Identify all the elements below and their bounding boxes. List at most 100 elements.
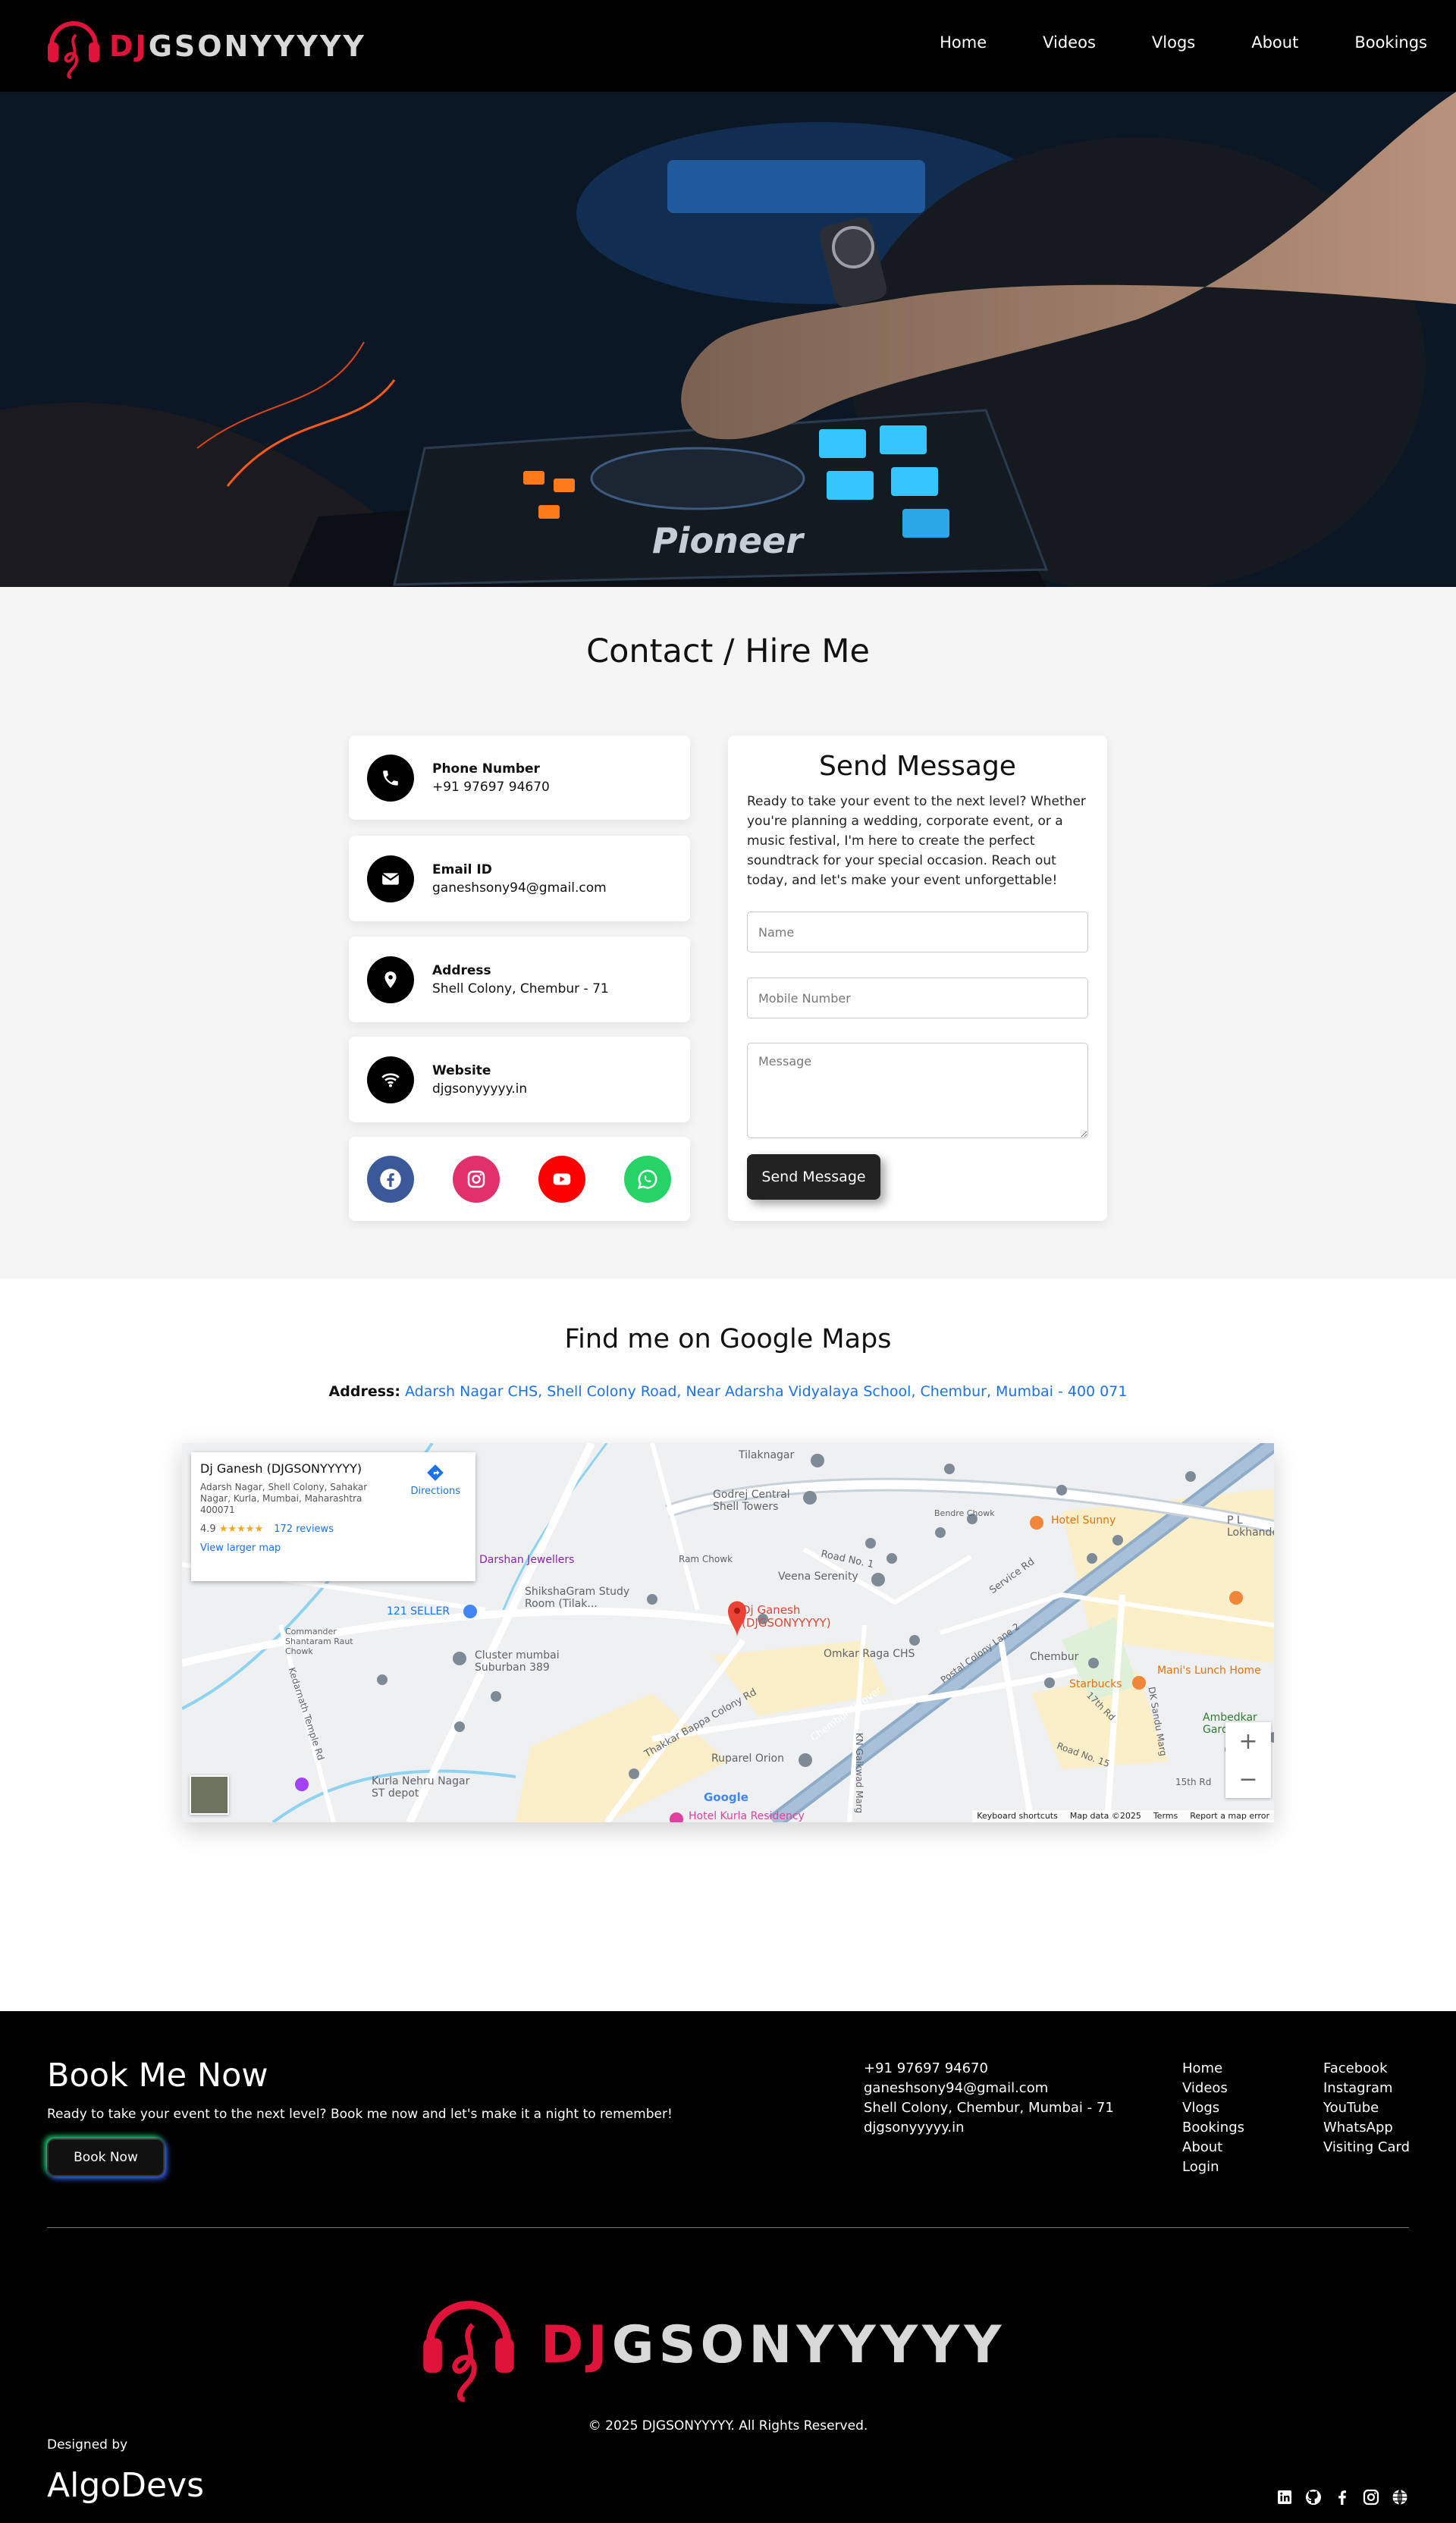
footer-contact-list: +91 97697 94670 ganeshsony94@gmail.com S… xyxy=(864,2059,1114,2138)
footer-address: Shell Colony, Chembur, Mumbai - 71 xyxy=(864,2100,1114,2116)
copyright-text: © 2025 DJGSONYYYYY. All Rights Reserved. xyxy=(588,2418,868,2434)
brand-rest: GSONYYYYY xyxy=(148,30,366,63)
hero-image: Pioneer xyxy=(0,92,1456,587)
footer-link-about[interactable]: About xyxy=(1182,2138,1244,2157)
keyboard-shortcuts-link[interactable]: Keyboard shortcuts xyxy=(977,1811,1058,1822)
nav-item-vlogs[interactable]: Vlogs xyxy=(1152,33,1195,52)
nav-menu: Home Videos Vlogs About Bookings xyxy=(940,33,1427,52)
maps-address-label: Address: xyxy=(328,1383,400,1400)
phone-icon xyxy=(367,754,414,802)
maps-title: Find me on Google Maps xyxy=(564,1324,892,1354)
facebook-icon[interactable] xyxy=(367,1156,414,1203)
footer-title: Book Me Now xyxy=(47,2057,268,2095)
contact-card-label: Email ID xyxy=(432,861,492,877)
map-zoom-controls: + − xyxy=(1225,1722,1271,1798)
social-links-card xyxy=(349,1137,690,1221)
footer-phone[interactable]: +91 97697 94670 xyxy=(864,2059,1114,2079)
github-icon[interactable] xyxy=(1304,2488,1323,2506)
mobile-number-input[interactable] xyxy=(747,978,1088,1018)
youtube-icon[interactable] xyxy=(538,1156,585,1203)
send-message-intro: Ready to take your event to the next lev… xyxy=(747,794,1086,888)
contact-card-phone: Phone Number +91 97697 94670 xyxy=(349,736,690,820)
designed-by-label: Designed by xyxy=(47,2437,128,2452)
footer-social-visiting-card[interactable]: Visiting Card xyxy=(1323,2138,1410,2157)
send-message-button[interactable]: Send Message xyxy=(747,1154,880,1200)
brand-logo[interactable]: DJGSONYYYYY xyxy=(46,12,366,80)
linkedin-icon[interactable] xyxy=(1276,2488,1294,2506)
footer-icon-links xyxy=(1276,2488,1409,2506)
footer-brand-logo: DJGSONYYYYY xyxy=(419,2284,1006,2405)
nav-item-bookings[interactable]: Bookings xyxy=(1354,33,1427,52)
footer-link-login[interactable]: Login xyxy=(1182,2157,1244,2177)
headphones-logo-icon xyxy=(423,2301,514,2402)
footer-link-videos[interactable]: Videos xyxy=(1182,2079,1244,2098)
dj-mixer-illustration: Pioneer xyxy=(0,92,1456,587)
footer-link-home[interactable]: Home xyxy=(1182,2059,1244,2079)
footer-link-vlogs[interactable]: Vlogs xyxy=(1182,2098,1244,2118)
contact-section: Contact / Hire Me Phone Number +91 97697… xyxy=(0,587,1456,1279)
mixer-brand-text: Pioneer xyxy=(652,520,805,561)
directions-button[interactable]: Directions xyxy=(410,1463,460,1497)
name-input[interactable] xyxy=(747,912,1088,952)
book-now-button[interactable]: Book Now xyxy=(47,2139,165,2176)
map-place-address: Adarsh Nagar, Shell Colony, Sahakar Naga… xyxy=(200,1482,368,1515)
footer-social-youtube[interactable]: YouTube xyxy=(1323,2098,1410,2118)
footer-website[interactable]: djgsonyyyyy.in xyxy=(864,2118,1114,2138)
nav-item-videos[interactable]: Videos xyxy=(1043,33,1096,52)
maps-address-link[interactable]: Adarsh Nagar CHS, Shell Colony Road, Nea… xyxy=(405,1383,1127,1400)
footer-social-list: Facebook Instagram YouTube WhatsApp Visi… xyxy=(1323,2059,1410,2157)
reviews-link[interactable]: 172 reviews xyxy=(274,1524,334,1535)
report-map-error-link[interactable]: Report a map error xyxy=(1190,1811,1269,1822)
view-larger-map-link[interactable]: View larger map xyxy=(200,1542,466,1554)
nav-item-home[interactable]: Home xyxy=(940,33,987,52)
contact-card-address: Address Shell Colony, Chembur - 71 xyxy=(349,937,690,1022)
brand-dj: DJ xyxy=(541,2314,612,2375)
contact-card-label: Website xyxy=(432,1062,491,1078)
terms-link[interactable]: Terms xyxy=(1153,1811,1178,1822)
zoom-out-button[interactable]: − xyxy=(1225,1760,1271,1798)
email-value: ganeshsony94@gmail.com xyxy=(432,880,607,896)
footer-social-facebook[interactable]: Facebook xyxy=(1323,2059,1410,2079)
footer-email[interactable]: ganeshsony94@gmail.com xyxy=(864,2079,1114,2098)
maps-section: Find me on Google Maps Address: Adarsh N… xyxy=(0,1279,1456,2011)
directions-label: Directions xyxy=(410,1486,460,1497)
globe-icon[interactable] xyxy=(1391,2488,1409,2506)
footer-divider xyxy=(47,2227,1409,2228)
send-message-title: Send Message xyxy=(819,751,1016,782)
rating-stars: ★★★★★ xyxy=(218,1524,264,1535)
address-value: Shell Colony, Chembur - 71 xyxy=(432,981,609,996)
instagram-icon[interactable] xyxy=(1362,2488,1380,2506)
contact-card-label: Address xyxy=(432,962,491,978)
contact-card-website: Website djgsonyyyyy.in xyxy=(349,1037,690,1122)
footer-link-bookings[interactable]: Bookings xyxy=(1182,2118,1244,2138)
footer-links-list: Home Videos Vlogs Bookings About Login xyxy=(1182,2059,1244,2177)
contact-card-label: Phone Number xyxy=(432,761,540,777)
facebook-icon[interactable] xyxy=(1333,2488,1351,2506)
wifi-icon xyxy=(367,1056,414,1103)
maps-address: Address: Adarsh Nagar CHS, Shell Colony … xyxy=(0,1383,1456,1400)
brand-rest: GSONYYYYY xyxy=(611,2314,1006,2375)
footer-brand-wordmark: DJGSONYYYYY xyxy=(541,2315,1006,2375)
brand-dj: DJ xyxy=(109,30,149,63)
navbar: DJGSONYYYYY Home Videos Vlogs About Book… xyxy=(0,0,1456,92)
nav-item-about[interactable]: About xyxy=(1251,33,1298,52)
send-message-card: Send Message Ready to take your event to… xyxy=(728,736,1107,1221)
map-attribution: Keyboard shortcuts Map data ©2025 Terms … xyxy=(972,1810,1274,1822)
website-value[interactable]: djgsonyyyyy.in xyxy=(432,1081,527,1097)
footer-social-whatsapp[interactable]: WhatsApp xyxy=(1323,2118,1410,2138)
whatsapp-icon[interactable] xyxy=(624,1156,671,1203)
contact-card-email: Email ID ganeshsony94@gmail.com xyxy=(349,836,690,921)
designer-name[interactable]: AlgoDevs xyxy=(47,2466,204,2505)
zoom-in-button[interactable]: + xyxy=(1225,1722,1271,1760)
footer: Book Me Now Ready to take your event to … xyxy=(0,2011,1456,2523)
directions-icon xyxy=(427,1464,444,1481)
phone-value: +91 97697 94670 xyxy=(432,779,550,795)
contact-title: Contact / Hire Me xyxy=(586,632,870,670)
footer-social-instagram[interactable]: Instagram xyxy=(1323,2079,1410,2098)
google-map-embed[interactable]: Dj Ganesh (DJGSONYYYYY) Adarsh Nagar, Sh… xyxy=(182,1443,1274,1822)
footer-tagline: Ready to take your event to the next lev… xyxy=(47,2107,673,2122)
instagram-icon[interactable] xyxy=(453,1156,500,1203)
headphones-logo-icon xyxy=(48,21,99,79)
message-textarea[interactable] xyxy=(747,1043,1088,1138)
satellite-toggle[interactable] xyxy=(190,1775,229,1815)
